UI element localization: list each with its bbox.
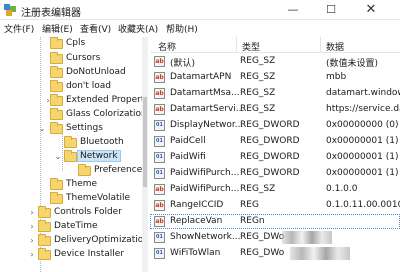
dword-value-icon: 01 (154, 136, 165, 147)
collapse-arrow-icon[interactable]: ⌄ (54, 152, 62, 162)
folder-icon (50, 94, 63, 106)
folder-icon (78, 164, 91, 176)
value-row-selected[interactable]: ab ReplaceVan REGn (150, 214, 400, 229)
values-list[interactable]: ab (默认) REG_SZ (数值未设置) ab DatamartAPN RE… (150, 54, 400, 272)
column-name[interactable]: 名称 (158, 40, 176, 53)
tree-item-cursors[interactable]: Cursors (0, 52, 146, 66)
key-tree[interactable]: Cpls Cursors DoNotUnload don't load › Ex… (0, 37, 148, 272)
tree-item-dont-load[interactable]: don't load (0, 80, 146, 94)
folder-icon (50, 80, 63, 92)
folder-icon (64, 150, 77, 162)
expand-arrow-icon[interactable]: › (28, 250, 36, 260)
value-row[interactable]: ab RangeICCID REG 0.1.0.11.00.001001( (150, 198, 400, 213)
string-value-icon: ab (154, 56, 165, 67)
value-row[interactable]: 01 PaidCell REG_DWORD 0x00000001 (1) (150, 134, 400, 149)
menu-edit[interactable]: 编辑(E) (42, 22, 73, 35)
tree-item-device-installer[interactable]: › Device Installer (0, 248, 146, 262)
collapse-arrow-icon[interactable]: ⌄ (38, 124, 46, 134)
string-value-icon: ab (154, 72, 165, 83)
registry-editor-icon (4, 4, 16, 16)
dword-value-icon: 01 (154, 152, 165, 163)
folder-icon (38, 234, 51, 246)
value-row[interactable]: ab (默认) REG_SZ (数值未设置) (150, 54, 400, 69)
column-header: 名称 类型 数据 (150, 37, 400, 53)
folder-icon (38, 206, 51, 218)
window-title: 注册表编辑器 (21, 8, 81, 19)
folder-icon (50, 108, 63, 120)
menu-help[interactable]: 帮助(H) (166, 22, 198, 35)
value-row[interactable]: ab DatamartServi... REG_SZ https://servi… (150, 102, 400, 117)
blurred-overlay (290, 247, 350, 260)
tree-item-settings[interactable]: ⌄ Settings (0, 122, 146, 136)
string-value-icon: ab (154, 200, 165, 211)
tree-item-cpls[interactable]: Cpls (0, 37, 146, 51)
column-type[interactable]: 类型 (242, 40, 260, 53)
tree-item-extended-properties[interactable]: › Extended Propert (0, 94, 146, 108)
expand-arrow-icon[interactable]: › (28, 236, 36, 246)
minimize-button[interactable]: — (274, 0, 312, 20)
scrollbar-thumb[interactable] (143, 97, 147, 187)
tree-item-themevolatile[interactable]: ThemeVolatile (0, 192, 146, 206)
folder-icon (50, 66, 63, 78)
tree-item-preferences[interactable]: Preferences (0, 164, 146, 178)
column-data[interactable]: 数据 (326, 40, 344, 53)
tree-item-network[interactable]: ⌄ Network (0, 150, 146, 164)
dword-value-icon: 01 (154, 232, 165, 243)
folder-icon (64, 136, 77, 148)
tree-item-glass-colorization[interactable]: Glass Colorization (0, 108, 146, 122)
value-row[interactable]: ab DatamartMsa... REG_SZ datamart.window… (150, 86, 400, 101)
string-value-icon: ab (154, 88, 165, 99)
dword-value-icon: 01 (154, 120, 165, 131)
folder-icon (50, 178, 63, 190)
tree-item-datetime[interactable]: › DateTime (0, 220, 146, 234)
tree-item-deliveryoptimization[interactable]: › DeliveryOptimization (0, 234, 146, 248)
folder-icon (50, 52, 63, 64)
expand-arrow-icon[interactable]: › (28, 222, 36, 232)
value-row[interactable]: 01 WiFiToWlan REG_DWo (150, 246, 400, 261)
menu-file[interactable]: 文件(F) (4, 22, 34, 35)
value-row[interactable]: 01 DisplayNetwor... REG_DWORD 0x00000000… (150, 118, 400, 133)
close-button[interactable]: ✕ (352, 0, 390, 20)
menu-favorites[interactable]: 收藏夹(A) (118, 22, 158, 35)
tree-item-theme[interactable]: Theme (0, 178, 146, 192)
menu-bar: 文件(F) 编辑(E) 查看(V) 收藏夹(A) 帮助(H) (0, 20, 400, 36)
dword-value-icon: 01 (154, 248, 165, 259)
folder-icon (50, 37, 63, 49)
folder-icon (38, 220, 51, 232)
string-value-icon: ab (154, 216, 165, 227)
maximize-button[interactable]: ☐ (312, 0, 350, 20)
tree-item-controls-folder[interactable]: › Controls Folder (0, 206, 146, 220)
menu-view[interactable]: 查看(V) (80, 22, 111, 35)
value-row[interactable]: ab PaidWifiPurch... REG_SZ 0.1.0.0 (150, 182, 400, 197)
title-bar: 注册表编辑器 — ☐ ✕ (0, 0, 400, 20)
value-row[interactable]: ab DatamartAPN REG_SZ mbb (150, 70, 400, 85)
folder-icon (38, 248, 51, 260)
tree-item-bluetooth[interactable]: Bluetooth (0, 136, 146, 150)
dword-value-icon: 01 (154, 168, 165, 179)
value-row[interactable]: 01 ShowNetwork... REG_DWo (150, 230, 400, 245)
value-row[interactable]: 01 PaidWifiPurch... REG_DWORD 0x00000001… (150, 166, 400, 181)
tree-item-donotunload[interactable]: DoNotUnload (0, 66, 146, 80)
expand-arrow-icon[interactable]: › (28, 208, 36, 218)
tree-scrollbar[interactable] (142, 37, 148, 272)
string-value-icon: ab (154, 104, 165, 115)
value-row[interactable]: 01 PaidWifi REG_DWORD 0x00000001 (1) (150, 150, 400, 165)
blurred-overlay (282, 231, 332, 244)
folder-icon (50, 122, 63, 134)
string-value-icon: ab (154, 184, 165, 195)
folder-icon (50, 192, 63, 204)
